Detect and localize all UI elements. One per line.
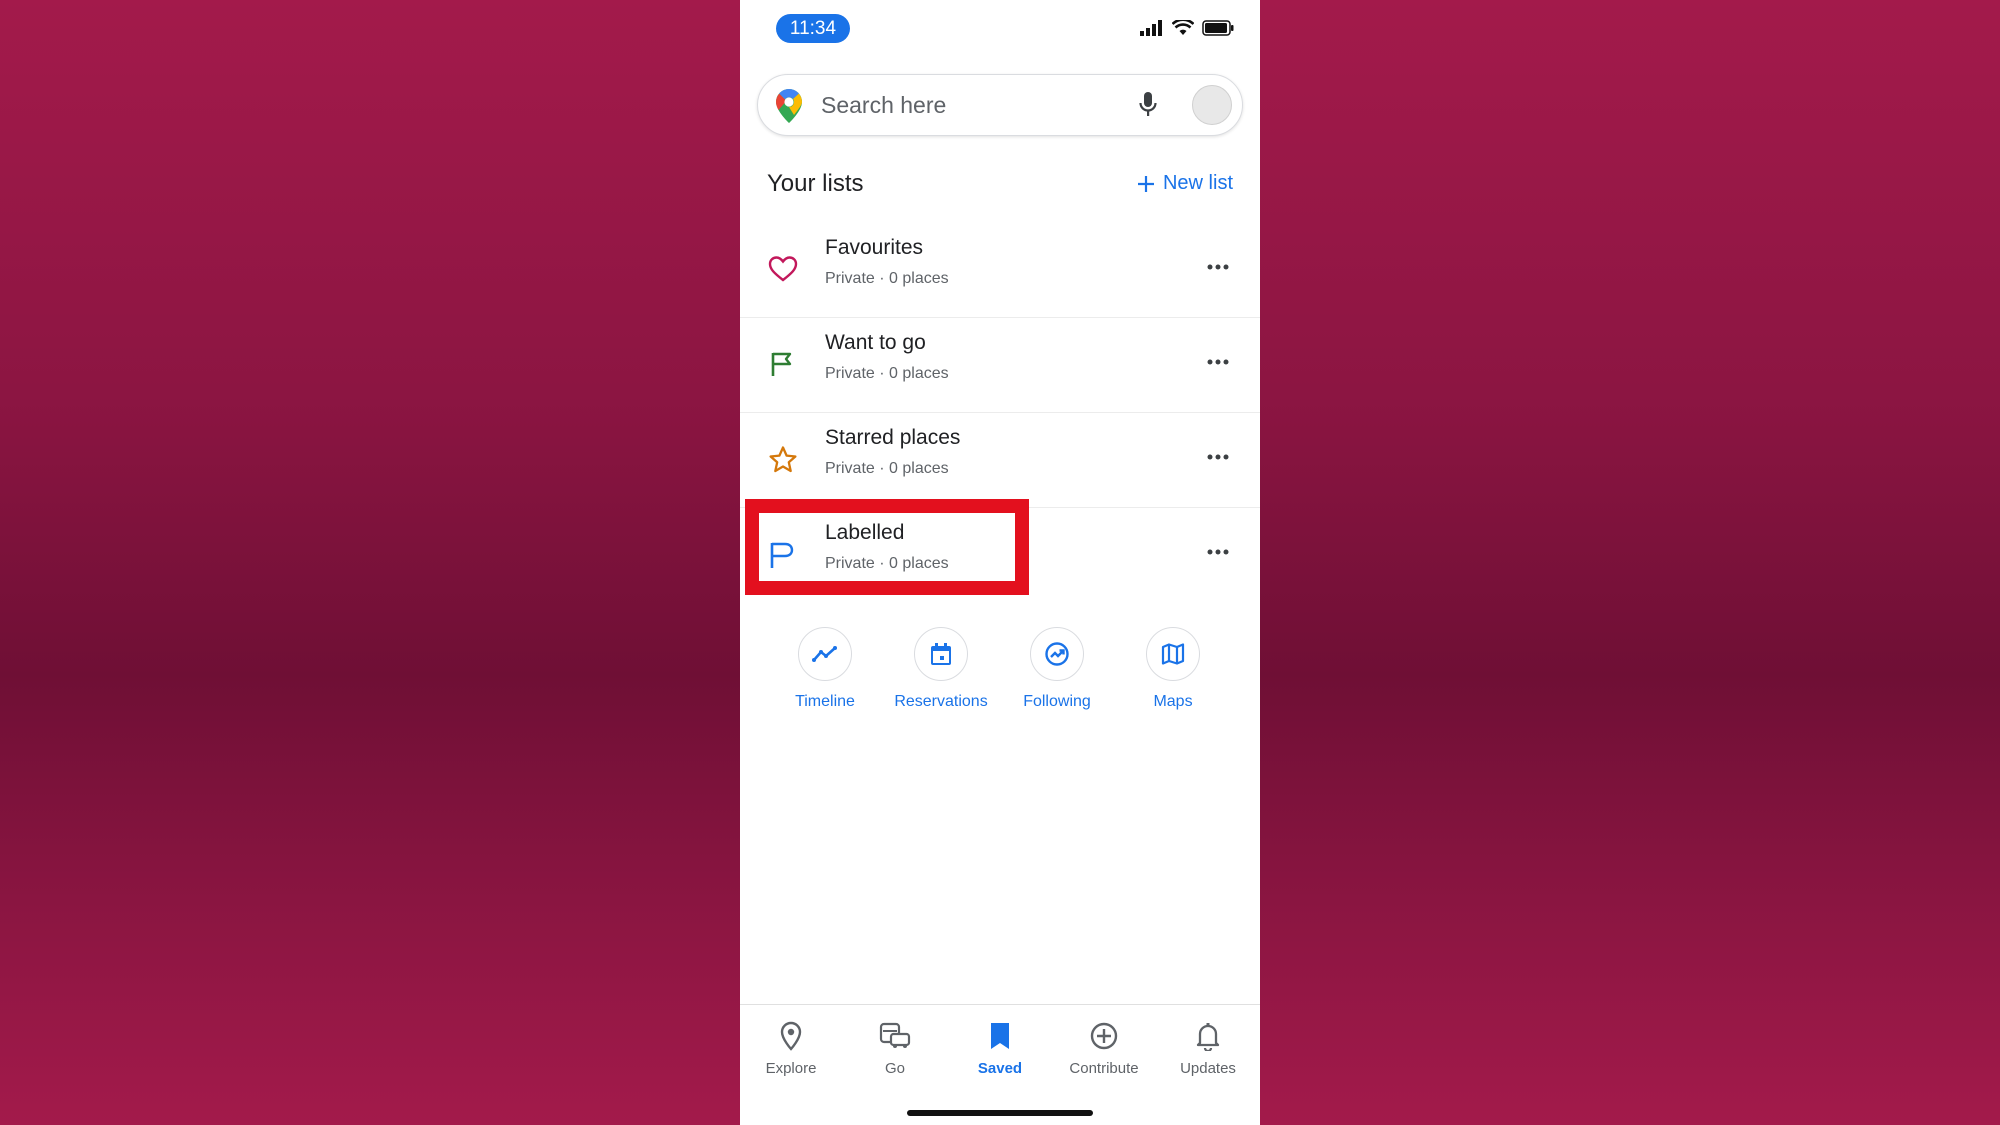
list-name: Starred places bbox=[825, 426, 961, 449]
shortcut-label: Maps bbox=[1153, 693, 1193, 710]
nav-go[interactable]: Go bbox=[845, 1021, 945, 1077]
calendar-icon bbox=[931, 643, 951, 665]
plus-icon bbox=[1137, 175, 1154, 192]
nav-label: Contribute bbox=[1069, 1060, 1139, 1077]
star-icon bbox=[769, 446, 797, 473]
nav-updates[interactable]: Updates bbox=[1158, 1021, 1258, 1077]
search-bar[interactable]: Search here bbox=[757, 74, 1243, 136]
shortcut-label: Reservations bbox=[894, 693, 988, 710]
bottom-navigation: Explore Go Saved Contribute Updates bbox=[740, 1004, 1260, 1125]
shortcut-following[interactable]: Following bbox=[1002, 627, 1112, 711]
timeline-icon bbox=[812, 646, 837, 662]
list-name: Want to go bbox=[825, 331, 926, 354]
shortcut-label: Following bbox=[1023, 693, 1091, 710]
following-icon bbox=[1045, 642, 1069, 666]
nav-label: Updates bbox=[1180, 1060, 1236, 1077]
shortcut-circle bbox=[1030, 627, 1084, 681]
shortcut-reservations[interactable]: Reservations bbox=[886, 627, 996, 711]
heart-icon bbox=[768, 256, 798, 282]
nav-saved[interactable]: Saved bbox=[950, 1021, 1050, 1077]
shortcut-timeline[interactable]: Timeline bbox=[770, 627, 880, 711]
shortcut-maps[interactable]: Maps bbox=[1118, 627, 1228, 711]
list-name: Favourites bbox=[825, 236, 924, 259]
nav-label: Saved bbox=[977, 1060, 1023, 1077]
add-circle-icon bbox=[1090, 1022, 1118, 1050]
status-icons bbox=[1140, 20, 1234, 36]
status-time: 11:34 bbox=[776, 14, 850, 43]
list-item-want-to-go[interactable]: Want to go Private · 0 places bbox=[740, 318, 1260, 413]
shortcut-circle bbox=[914, 627, 968, 681]
your-lists-heading: Your lists bbox=[767, 170, 864, 197]
nav-label: Explore bbox=[765, 1060, 817, 1077]
bell-icon bbox=[1196, 1023, 1220, 1053]
nav-contribute[interactable]: Contribute bbox=[1054, 1021, 1154, 1077]
home-indicator[interactable] bbox=[907, 1110, 1093, 1116]
nav-label: Go bbox=[884, 1060, 905, 1077]
bookmark-icon bbox=[991, 1023, 1009, 1049]
list-meta: Private · 0 places bbox=[825, 365, 949, 382]
maps-logo-icon bbox=[776, 89, 802, 123]
phone-screen: 11:34 Search here Your lists New list Fa… bbox=[740, 0, 1260, 1125]
more-options-icon[interactable] bbox=[1206, 350, 1230, 374]
list-meta: Private · 0 places bbox=[825, 460, 949, 477]
search-input[interactable]: Search here bbox=[821, 92, 946, 119]
signal-icon bbox=[1140, 20, 1162, 36]
flag-icon bbox=[771, 352, 792, 376]
avatar[interactable] bbox=[1192, 85, 1232, 125]
battery-icon bbox=[1202, 20, 1234, 36]
list-item-favourites[interactable]: Favourites Private · 0 places bbox=[740, 223, 1260, 318]
shortcut-circle bbox=[1146, 627, 1200, 681]
new-list-label: New list bbox=[1162, 172, 1233, 194]
nav-explore[interactable]: Explore bbox=[741, 1021, 841, 1077]
new-list-button[interactable]: New list bbox=[1137, 172, 1233, 195]
highlight-box bbox=[745, 499, 1029, 595]
location-pin-icon bbox=[780, 1021, 802, 1051]
wifi-icon bbox=[1172, 20, 1194, 35]
list-item-starred-places[interactable]: Starred places Private · 0 places bbox=[740, 413, 1260, 508]
list-meta: Private · 0 places bbox=[825, 270, 949, 287]
map-icon bbox=[1161, 643, 1185, 665]
shortcut-label: Timeline bbox=[795, 693, 855, 710]
shortcut-circle bbox=[798, 627, 852, 681]
more-options-icon[interactable] bbox=[1206, 445, 1230, 469]
microphone-icon[interactable] bbox=[1138, 91, 1158, 119]
commute-icon bbox=[879, 1022, 911, 1048]
more-options-icon[interactable] bbox=[1206, 255, 1230, 279]
more-options-icon[interactable] bbox=[1206, 540, 1230, 564]
